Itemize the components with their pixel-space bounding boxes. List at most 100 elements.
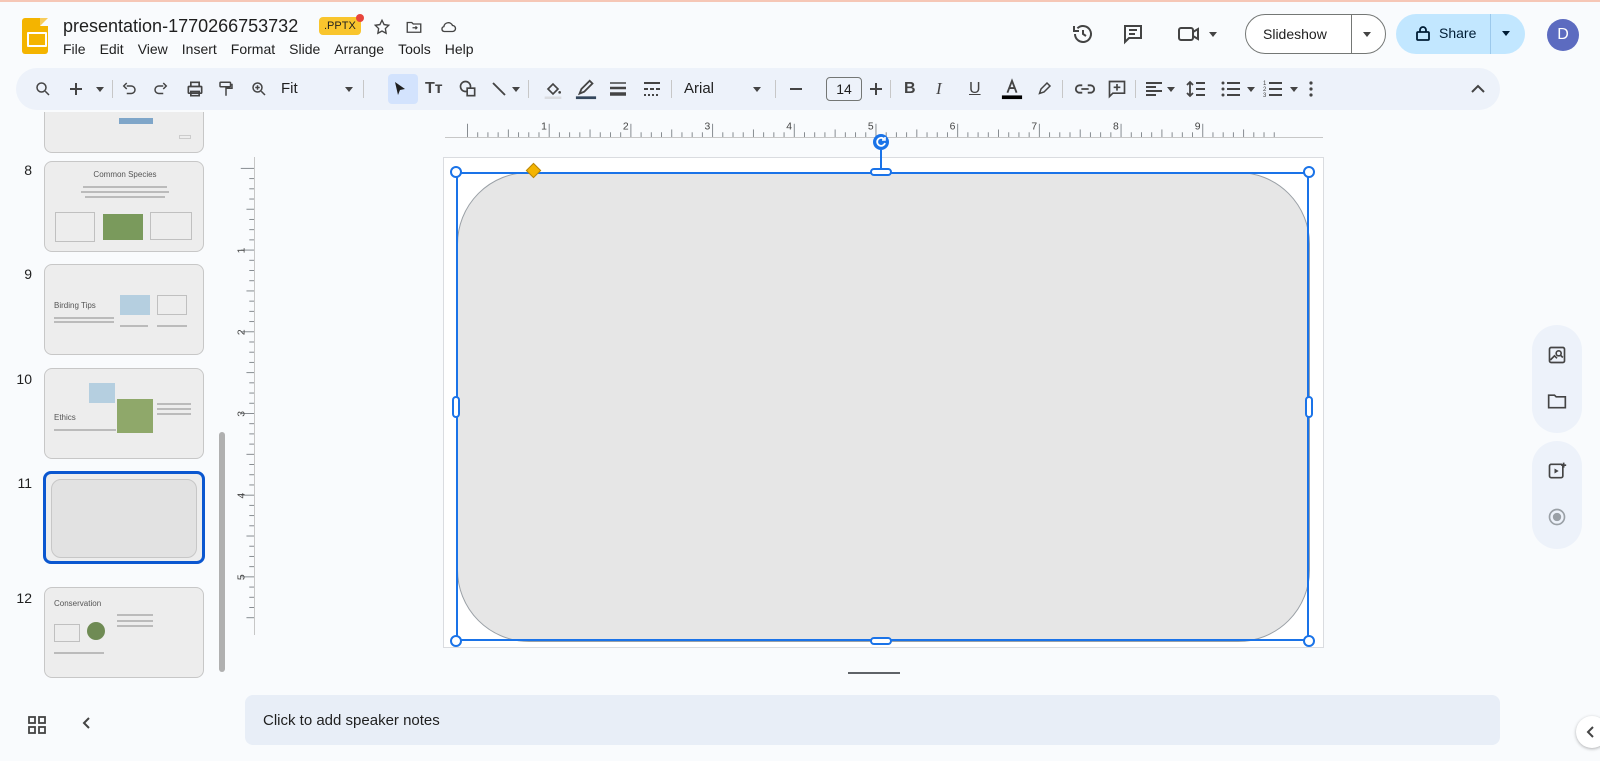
slide-thumbnail[interactable] bbox=[44, 112, 204, 153]
collapse-menus-icon[interactable] bbox=[1471, 77, 1485, 101]
slide-thumbnail-selected[interactable] bbox=[43, 471, 205, 564]
numbered-list-icon[interactable]: 123 bbox=[1263, 77, 1283, 101]
resize-handle-top-left[interactable] bbox=[450, 166, 462, 178]
resize-handle-top[interactable] bbox=[870, 168, 892, 176]
file-format-badge[interactable]: .PPTX bbox=[319, 14, 364, 35]
filmstrip-scrollbar[interactable] bbox=[219, 432, 225, 672]
thumbnail-placeholder bbox=[157, 295, 187, 315]
account-avatar[interactable]: D bbox=[1547, 19, 1579, 51]
share-button[interactable]: Share bbox=[1396, 14, 1525, 54]
badge-notification-dot bbox=[355, 14, 364, 22]
line-dropdown-caret[interactable] bbox=[512, 87, 520, 92]
insert-link-icon[interactable] bbox=[1074, 77, 1096, 101]
thumbnail-footer bbox=[179, 135, 191, 139]
search-menus-icon[interactable] bbox=[34, 77, 52, 101]
font-family-dropdown-caret[interactable] bbox=[753, 87, 761, 92]
font-size-input[interactable]: 14 bbox=[826, 77, 862, 101]
new-slide-icon[interactable] bbox=[68, 77, 84, 101]
print-icon[interactable] bbox=[185, 77, 205, 101]
bulleted-list-dropdown-caret[interactable] bbox=[1247, 87, 1255, 92]
zoom-level[interactable]: Fit bbox=[281, 80, 298, 97]
slideshow-dropdown-icon[interactable] bbox=[1363, 32, 1371, 37]
slideshow-button[interactable]: Slideshow bbox=[1245, 14, 1386, 54]
version-history-icon[interactable] bbox=[1069, 20, 1097, 48]
meet-dropdown-caret[interactable] bbox=[1209, 32, 1217, 37]
undo-icon[interactable] bbox=[120, 77, 138, 101]
zoom-dropdown-caret[interactable] bbox=[345, 87, 353, 92]
select-cursor-icon[interactable] bbox=[392, 77, 408, 101]
star-icon[interactable] bbox=[371, 16, 393, 38]
slide-thumbnail[interactable]: Conservation bbox=[44, 587, 204, 678]
slide-number: 8 bbox=[24, 162, 32, 178]
line-icon[interactable] bbox=[490, 77, 508, 101]
resize-handle-top-right[interactable] bbox=[1303, 166, 1315, 178]
add-comment-icon[interactable] bbox=[1107, 77, 1127, 101]
bold-icon[interactable]: B bbox=[904, 77, 916, 101]
text-box-icon[interactable]: Tт bbox=[425, 77, 443, 101]
comments-icon[interactable] bbox=[1119, 20, 1147, 48]
collapse-side-panel-button[interactable] bbox=[1576, 716, 1600, 748]
slide-thumbnail[interactable]: Ethics bbox=[44, 368, 204, 459]
shape-icon[interactable] bbox=[458, 77, 478, 101]
fill-color-icon[interactable] bbox=[543, 77, 563, 101]
menu-help[interactable]: Help bbox=[445, 41, 481, 57]
numbered-list-dropdown-caret[interactable] bbox=[1290, 87, 1298, 92]
font-family-select[interactable]: Arial bbox=[684, 80, 714, 97]
cloud-saved-icon[interactable] bbox=[437, 16, 459, 38]
menu-insert[interactable]: Insert bbox=[182, 41, 224, 57]
lock-icon bbox=[1416, 25, 1430, 46]
image-search-icon[interactable] bbox=[1545, 343, 1569, 367]
resize-handle-bottom-right[interactable] bbox=[1303, 635, 1315, 647]
line-spacing-icon[interactable] bbox=[1186, 77, 1206, 101]
collapse-filmstrip-icon[interactable] bbox=[80, 716, 100, 736]
menu-format[interactable]: Format bbox=[231, 41, 282, 57]
resize-handle-right[interactable] bbox=[1305, 396, 1313, 418]
border-color-icon[interactable] bbox=[575, 77, 597, 101]
rotate-handle-icon[interactable] bbox=[873, 134, 889, 150]
more-options-icon[interactable] bbox=[1309, 77, 1313, 101]
resize-handle-bottom[interactable] bbox=[870, 637, 892, 645]
zoom-icon[interactable] bbox=[250, 77, 268, 101]
new-slide-dropdown-caret[interactable] bbox=[96, 87, 104, 92]
share-dropdown-icon[interactable] bbox=[1502, 31, 1510, 36]
file-format-label: .PPTX bbox=[324, 20, 356, 32]
document-title[interactable]: presentation-1770266753732 bbox=[63, 16, 298, 37]
border-dash-icon[interactable] bbox=[643, 77, 661, 101]
increase-font-size-icon[interactable] bbox=[869, 77, 883, 101]
border-weight-icon[interactable] bbox=[609, 77, 627, 101]
paint-format-icon[interactable] bbox=[217, 77, 235, 101]
speaker-notes-area[interactable]: Click to add speaker notes bbox=[245, 695, 1500, 745]
slide-thumbnail[interactable]: Birding Tips bbox=[44, 264, 204, 355]
thumbnail-image bbox=[120, 295, 150, 315]
italic-icon[interactable]: I bbox=[936, 77, 942, 101]
grid-view-icon[interactable] bbox=[28, 716, 48, 736]
resize-handle-left[interactable] bbox=[452, 396, 460, 418]
redo-icon[interactable] bbox=[152, 77, 170, 101]
record-icon[interactable] bbox=[1545, 505, 1569, 529]
menu-view[interactable]: View bbox=[138, 41, 175, 57]
add-motion-icon[interactable] bbox=[1545, 459, 1569, 483]
folder-icon[interactable] bbox=[1545, 389, 1569, 413]
menu-arrange[interactable]: Arrange bbox=[334, 41, 391, 57]
slide-thumbnail[interactable]: Common Species bbox=[44, 161, 204, 252]
bulleted-list-icon[interactable] bbox=[1221, 77, 1241, 101]
move-folder-icon[interactable] bbox=[403, 16, 425, 38]
notes-resize-grip[interactable] bbox=[848, 672, 900, 674]
menu-edit[interactable]: Edit bbox=[100, 41, 131, 57]
meet-video-icon[interactable] bbox=[1176, 20, 1204, 48]
thumbnail-text-line bbox=[83, 186, 167, 188]
resize-handle-bottom-left[interactable] bbox=[450, 635, 462, 647]
thumbnail-text-line bbox=[157, 325, 187, 327]
menu-file[interactable]: File bbox=[63, 41, 93, 57]
slides-logo-icon[interactable] bbox=[22, 18, 48, 54]
align-dropdown-caret[interactable] bbox=[1167, 87, 1175, 92]
toolbar-divider bbox=[890, 80, 891, 98]
decrease-font-size-icon[interactable] bbox=[789, 77, 803, 101]
text-color-icon[interactable] bbox=[1001, 77, 1023, 101]
menu-tools[interactable]: Tools bbox=[398, 41, 438, 57]
highlight-color-icon[interactable] bbox=[1035, 77, 1053, 101]
underline-icon[interactable]: U bbox=[969, 77, 981, 101]
thumbnail-title: Birding Tips bbox=[54, 301, 96, 310]
menu-slide[interactable]: Slide bbox=[289, 41, 327, 57]
align-icon[interactable] bbox=[1145, 77, 1163, 101]
